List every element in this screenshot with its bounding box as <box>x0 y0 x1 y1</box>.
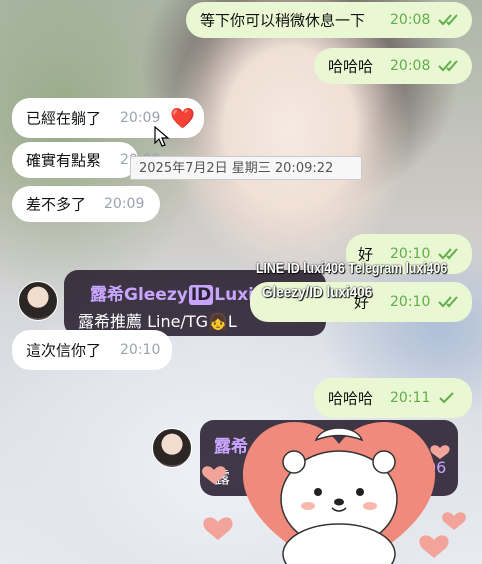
double-check-icon <box>438 296 458 308</box>
message-bubble[interactable]: 已經在躺了 20:09 ❤️ <box>12 98 204 138</box>
message-bubble[interactable]: 差不多了 20:09 <box>12 186 160 222</box>
message-time: 20:10 <box>120 342 161 358</box>
check-icon <box>439 392 454 404</box>
message-time: 20:09 <box>120 110 161 126</box>
message-time: 20:09 <box>104 196 145 212</box>
avatar[interactable] <box>18 281 58 321</box>
double-check-icon <box>438 60 458 72</box>
message-text: 差不多了 <box>26 195 87 214</box>
promo-subtitle: 露希推薦 Line/TG👧L <box>78 312 237 331</box>
heart-reaction-icon[interactable]: ❤️ <box>170 106 195 130</box>
message-bubble[interactable]: 確實有點累 20:09 <box>12 142 160 178</box>
message-bubble[interactable]: 哈哈哈 20:08 <box>314 48 472 84</box>
message-time: 20:10 <box>390 294 431 310</box>
polar-bear-heart-sticker[interactable] <box>196 404 482 564</box>
message-text: 確實有點累 <box>26 151 102 170</box>
watermark-line1: LINE ID luxi406 Telegram luxi406 <box>256 260 448 277</box>
message-text: 已經在躺了 <box>26 109 102 128</box>
message-text: 這次信你了 <box>26 341 102 360</box>
watermark-line2: Gleezy/ID luxi406 <box>262 284 373 301</box>
message-time: 20:08 <box>390 12 431 28</box>
double-check-icon <box>438 248 458 260</box>
avatar[interactable] <box>152 428 192 468</box>
message-text: 哈哈哈 <box>328 57 374 76</box>
message-time: 20:08 <box>390 58 431 74</box>
message-bubble[interactable]: 這次信你了 20:10 <box>12 330 172 370</box>
mouse-cursor-icon <box>154 126 170 147</box>
timestamp-tooltip: 2025年7月2日 星期三 20:09:22 <box>130 156 362 180</box>
double-check-icon <box>438 14 458 26</box>
message-text: 等下你可以稍微休息一下 <box>200 11 366 30</box>
message-bubble[interactable]: 等下你可以稍微休息一下 20:08 <box>186 2 472 38</box>
